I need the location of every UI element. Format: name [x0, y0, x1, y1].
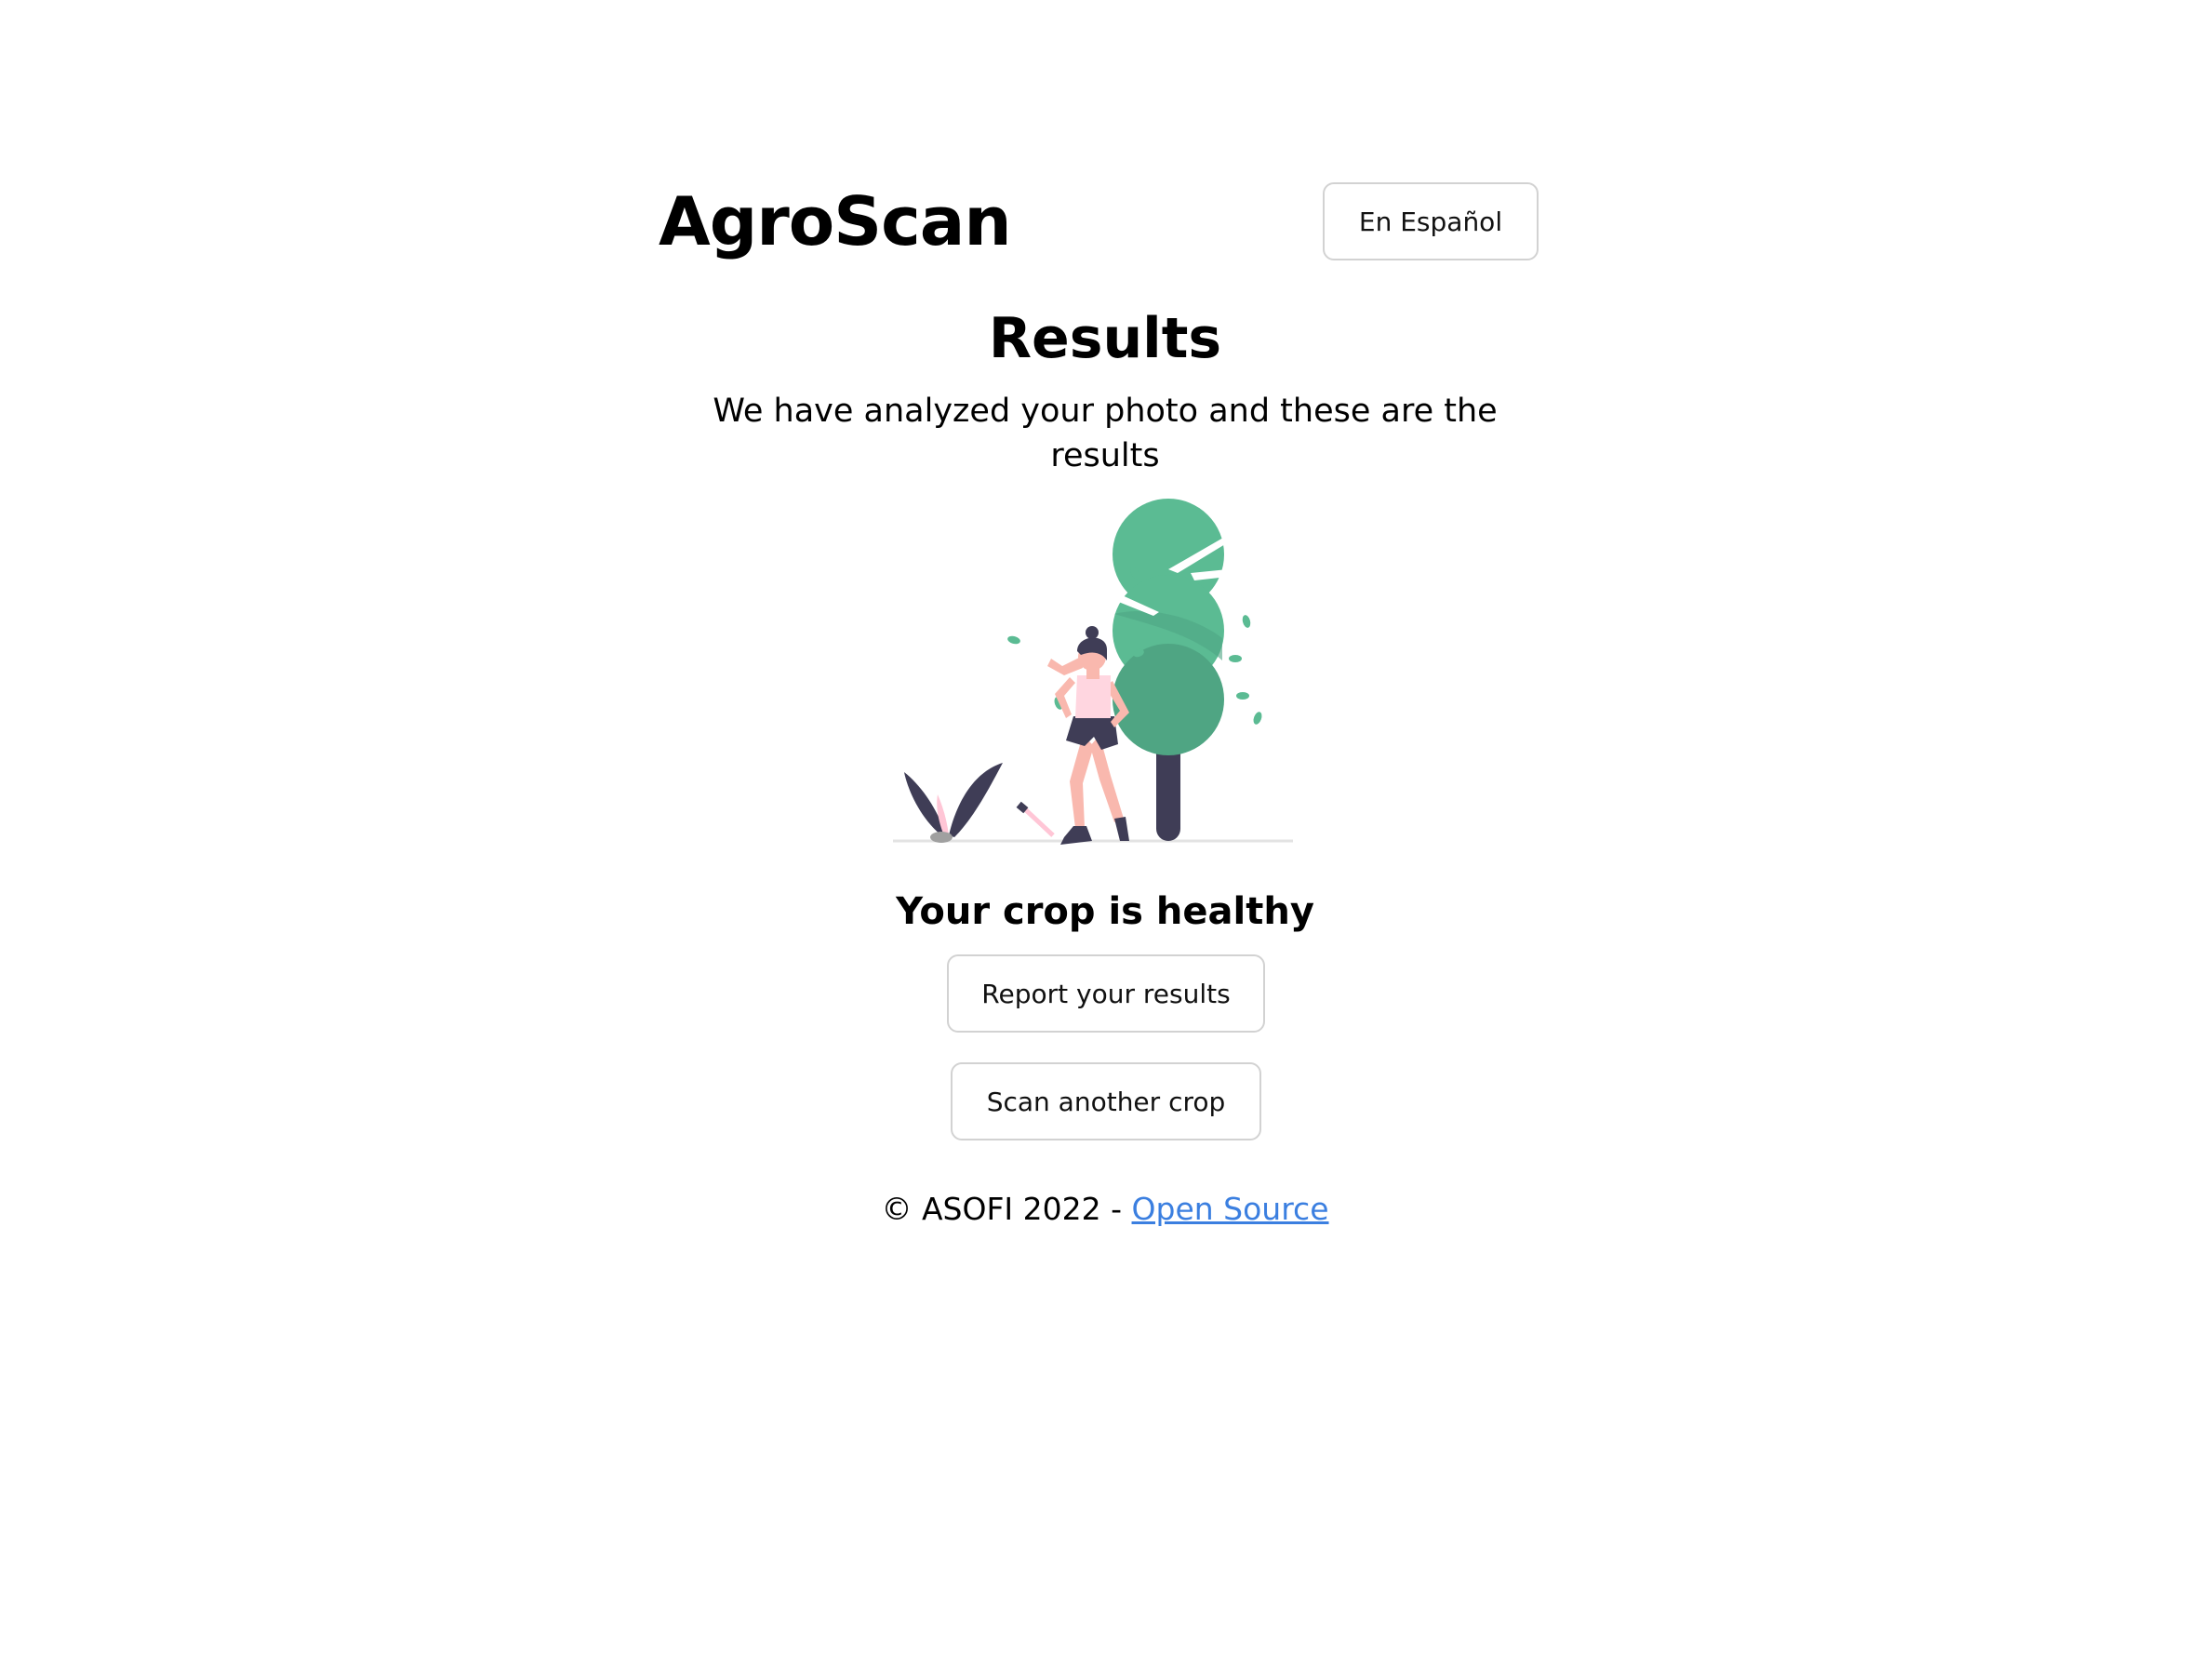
- copyright-text: © ASOFI 2022 -: [881, 1191, 1132, 1227]
- results-subtitle: We have analyzed your photo and these ar…: [713, 393, 1498, 474]
- open-source-link[interactable]: Open Source: [1132, 1191, 1329, 1227]
- app-title: AgroScan: [659, 182, 1012, 260]
- person-icon: [1016, 626, 1129, 845]
- language-toggle-button[interactable]: En Español: [1323, 182, 1539, 260]
- scan-another-crop-button[interactable]: Scan another crop: [951, 1062, 1261, 1140]
- tree-icon: [1113, 499, 1230, 841]
- results-heading: Results: [988, 306, 1222, 371]
- plant-icon: [904, 763, 1003, 843]
- footer: © ASOFI 2022 - Open Source: [659, 1187, 1552, 1232]
- crop-status-text: Your crop is healthy: [896, 890, 1314, 933]
- report-results-button[interactable]: Report your results: [947, 954, 1265, 1033]
- header: AgroScan En Español: [659, 182, 1552, 260]
- page: AgroScan En Español Results We have anal…: [0, 0, 2212, 1667]
- healthy-crop-illustration: [893, 499, 1293, 845]
